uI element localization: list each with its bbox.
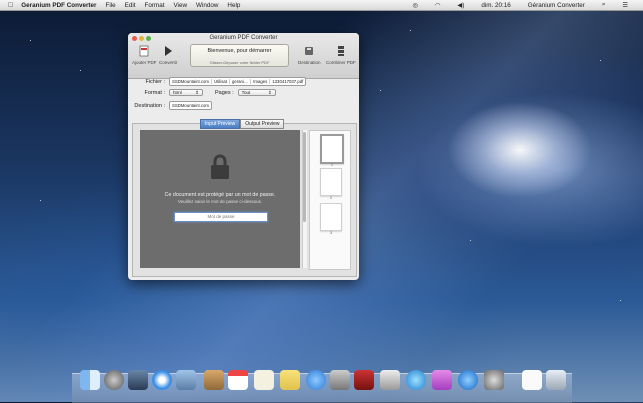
page-thumbnail[interactable]: 2 — [320, 168, 342, 200]
menu-file[interactable]: File — [105, 2, 115, 9]
convert-button[interactable]: Convertir — [159, 45, 177, 65]
pages-select[interactable]: Tout ⇕ — [237, 89, 276, 96]
password-input[interactable] — [174, 212, 268, 222]
path-segment[interactable]: Utilisat — [212, 79, 230, 84]
safari-icon[interactable] — [152, 370, 172, 390]
clock[interactable]: dim. 20:16 — [481, 2, 510, 9]
menu-help[interactable]: Help — [227, 2, 240, 9]
path-segment[interactable]: gerani… — [230, 79, 252, 84]
menu-bar:  Geranium PDF Converter File Edit Forma… — [0, 0, 643, 11]
window-titlebar: Geranium PDF Converter Ajouter PDF Conve… — [128, 33, 359, 79]
format-select[interactable]: html ⇕ — [169, 89, 203, 96]
window-title: Geranium PDF Converter — [209, 35, 278, 41]
volume-icon[interactable]: ◀) — [457, 2, 464, 9]
play-icon — [165, 46, 173, 56]
menu-view[interactable]: View — [173, 2, 187, 9]
pdf-converter-icon[interactable] — [432, 370, 452, 390]
preview-panel: Ce document est protégé par un mot de pa… — [132, 123, 357, 277]
document-icon[interactable] — [522, 370, 542, 390]
system-preferences-icon[interactable] — [484, 370, 504, 390]
preview-tabs: Input Preview Output Preview — [200, 119, 285, 129]
format-label: Format : — [144, 89, 165, 96]
file-label: Fichier : — [145, 78, 165, 85]
notes-icon[interactable] — [254, 370, 274, 390]
path-segment[interactable]: Images — [251, 79, 271, 84]
trash-icon[interactable] — [546, 370, 566, 390]
spotlight-icon[interactable]: ⌕ — [602, 1, 606, 9]
finder-icon[interactable] — [80, 370, 100, 390]
page-thumbnail[interactable]: 1 — [320, 134, 344, 167]
preview-scrollbar[interactable] — [302, 130, 307, 268]
photo-booth-icon[interactable] — [354, 370, 374, 390]
sync-icon[interactable]: ◎ — [412, 2, 418, 9]
disk-icon — [305, 47, 314, 55]
calendar-icon[interactable] — [228, 370, 248, 390]
mission-control-icon[interactable] — [128, 370, 148, 390]
contacts-icon[interactable] — [204, 370, 224, 390]
add-pdf-button[interactable]: Ajouter PDF — [132, 45, 157, 65]
itunes-icon[interactable] — [406, 370, 426, 390]
notification-center-icon[interactable]: ☰ — [622, 2, 628, 9]
menu-window[interactable]: Window — [196, 2, 218, 9]
destination-button[interactable]: Destination — [298, 45, 321, 65]
pages-label: Pages : — [215, 89, 234, 96]
wifi-icon[interactable]: ◠ — [435, 2, 441, 9]
app-window: Geranium PDF Converter Ajouter PDF Conve… — [128, 33, 359, 280]
combine-pdf-button[interactable]: Combiner PDF — [326, 45, 356, 65]
add-pdf-icon — [139, 45, 149, 57]
tab-input-preview[interactable]: Input Preview — [200, 119, 241, 129]
scrollbar-thumb[interactable] — [303, 132, 306, 222]
rocket-icon[interactable] — [104, 370, 124, 390]
user-menu[interactable]: Géranium Converter — [528, 2, 585, 9]
messages-icon[interactable] — [306, 370, 326, 390]
status-display: Bienvenue, pour démarrer Glisser-Déposer… — [190, 44, 289, 67]
page-thumbnail[interactable]: 3 — [320, 203, 342, 235]
path-segment[interactable]: 1330417037.pdf — [270, 79, 305, 84]
menu-edit[interactable]: Edit — [125, 2, 136, 9]
path-segment[interactable]: SSDMountaint.com — [170, 79, 213, 84]
preview-icon[interactable] — [176, 370, 196, 390]
facetime-icon[interactable] — [330, 370, 350, 390]
app-store-icon[interactable] — [458, 370, 478, 390]
tab-output-preview[interactable]: Output Preview — [240, 119, 285, 129]
apple-menu-icon[interactable]:  — [8, 2, 13, 9]
lock-icon — [211, 154, 229, 179]
password-message: Ce document est protégé par un mot de pa… — [164, 192, 276, 198]
chevron-updown-icon: ⇕ — [195, 89, 199, 95]
destination-path-control[interactable]: SSDMountaint.com — [169, 101, 213, 110]
file-path-control[interactable]: SSDMountaint.com Utilisat gerani… Images… — [169, 77, 307, 86]
password-submessage: Veuillez saisir le mot de passe ci-desso… — [177, 199, 263, 204]
iphoto-icon[interactable] — [380, 370, 400, 390]
app-menu[interactable]: Geranium PDF Converter — [21, 2, 96, 9]
stickies-icon[interactable] — [280, 370, 300, 390]
page-thumbnails: 1 2 3 — [309, 130, 351, 270]
stack-icon — [337, 46, 344, 56]
input-preview-area: Ce document est protégé par un mot de pa… — [140, 130, 300, 268]
destination-label: Destination : — [134, 102, 165, 109]
chevron-updown-icon: ⇕ — [267, 89, 272, 95]
menu-format[interactable]: Format — [145, 2, 165, 9]
